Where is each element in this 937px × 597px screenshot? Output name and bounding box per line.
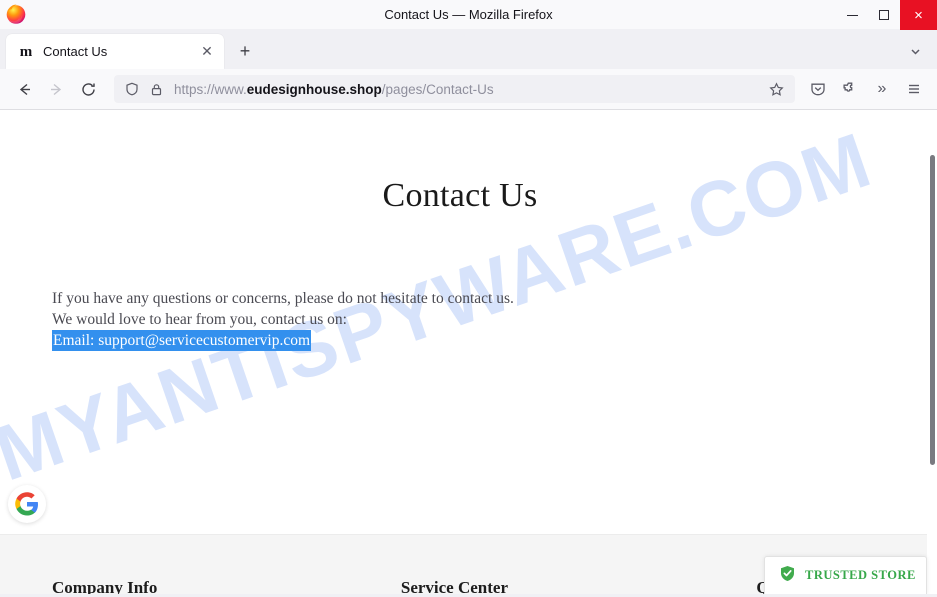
- footer-column-company-info: Company Info About Us Contact Us: [52, 578, 401, 594]
- pocket-icon[interactable]: [803, 74, 833, 104]
- forward-button[interactable]: [40, 73, 72, 105]
- page-viewport: MYANTISPYWARE.COM Contact Us If you have…: [0, 110, 937, 594]
- footer-heading-company-info: Company Info: [52, 578, 158, 594]
- window-title: Contact Us — Mozilla Firefox: [384, 7, 553, 22]
- footer-column-service-center: Service Center Shipping policy Return po…: [401, 578, 757, 594]
- shield-check-icon: [779, 565, 796, 587]
- window-controls: ×: [836, 0, 937, 30]
- browser-window: Contact Us — Mozilla Firefox × m Contact…: [0, 0, 937, 597]
- tab-title: Contact Us: [43, 44, 108, 59]
- title-bar: Contact Us — Mozilla Firefox ×: [0, 0, 937, 30]
- tab-favicon-icon: m: [19, 43, 33, 60]
- web-page: Contact Us If you have any questions or …: [0, 177, 927, 594]
- url-path: /pages/Contact-Us: [381, 81, 494, 97]
- extensions-puzzle-icon[interactable]: [835, 74, 865, 104]
- shield-icon[interactable]: [120, 77, 144, 101]
- google-logo-icon[interactable]: [8, 485, 46, 523]
- footer-heading-service-center: Service Center: [400, 578, 508, 594]
- bookmark-star-icon[interactable]: [763, 76, 789, 102]
- contact-body: If you have any questions or concerns, p…: [0, 288, 920, 351]
- page-title: Contact Us: [382, 177, 538, 214]
- trusted-store-badge[interactable]: TRUSTED STORE: [764, 556, 927, 594]
- new-tab-button[interactable]: +: [230, 36, 260, 66]
- maximize-button[interactable]: [868, 0, 900, 30]
- contact-email-line: Email: support@servicecustomervip.com: [52, 330, 920, 351]
- url-host: eudesignhouse.shop: [246, 81, 382, 97]
- url-text[interactable]: https://www.eudesignhouse.shop/pages/Con…: [174, 82, 763, 97]
- minimize-button[interactable]: [836, 0, 868, 30]
- navigation-toolbar: https://www.eudesignhouse.shop/pages/Con…: [0, 69, 937, 110]
- lock-icon[interactable]: [144, 77, 168, 101]
- close-window-button[interactable]: ×: [900, 0, 937, 30]
- close-tab-icon[interactable]: ✕: [198, 43, 216, 61]
- overflow-menu-icon[interactable]: »: [867, 74, 897, 104]
- reload-button[interactable]: [72, 73, 104, 105]
- trusted-store-label: TRUSTED STORE: [805, 568, 916, 582]
- page-scrollbar[interactable]: [927, 110, 937, 594]
- scrollbar-thumb[interactable]: [930, 155, 935, 465]
- back-button[interactable]: [8, 73, 40, 105]
- contact-paragraph-2: We would love to hear from you, contact …: [52, 311, 347, 328]
- app-menu-icon[interactable]: [899, 74, 929, 104]
- browser-tab-contact-us[interactable]: m Contact Us ✕: [6, 34, 224, 69]
- tab-strip: m Contact Us ✕ +: [0, 30, 937, 69]
- contact-paragraph-1: If you have any questions or concerns, p…: [52, 290, 514, 307]
- url-scheme: https://www.: [174, 81, 247, 97]
- selected-email-text[interactable]: Email: support@servicecustomervip.com: [52, 330, 312, 351]
- url-bar[interactable]: https://www.eudesignhouse.shop/pages/Con…: [114, 75, 795, 103]
- chevron-down-icon[interactable]: [901, 37, 929, 65]
